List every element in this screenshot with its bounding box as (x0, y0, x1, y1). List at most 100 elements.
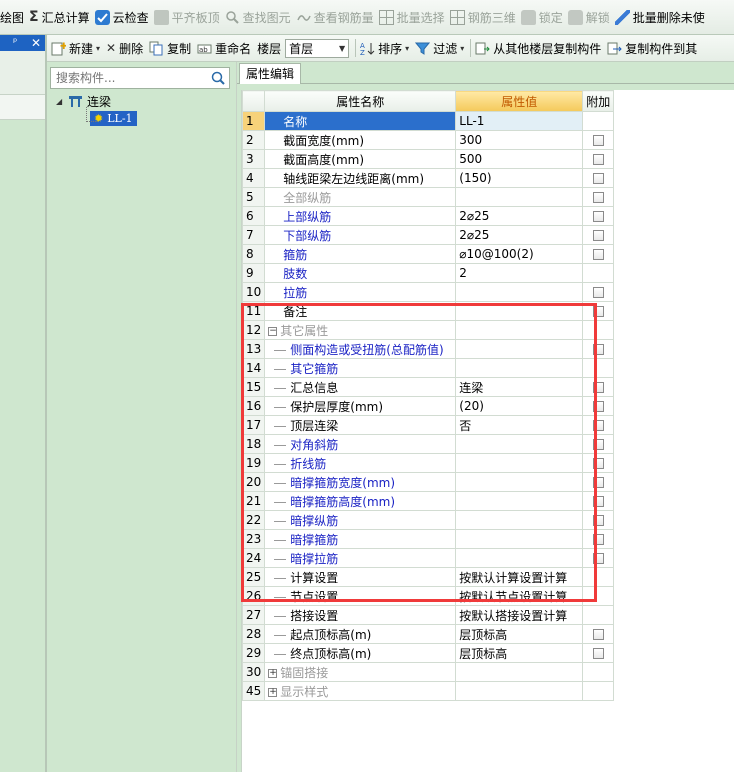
property-row[interactable]: 16 保护层厚度(mm) (20) (241, 396, 615, 416)
extra-cell[interactable] (582, 377, 615, 397)
copy-from-floor-button[interactable]: 从其他楼层复制构件 (475, 37, 607, 59)
row-number[interactable]: 12 (241, 320, 266, 340)
extra-checkbox[interactable] (592, 135, 604, 146)
property-row[interactable]: 18 对角斜筋 (241, 434, 615, 454)
row-number[interactable]: 24 (241, 548, 266, 568)
property-row[interactable]: 15 汇总信息 连梁 (241, 377, 615, 397)
row-number[interactable]: 17 (241, 415, 266, 435)
row-number[interactable]: 13 (241, 339, 266, 359)
pane-divider[interactable] (45, 35, 47, 772)
property-name-cell[interactable]: 起点顶标高(m) (264, 624, 457, 644)
property-name-cell[interactable]: 暗撑箍筋 (264, 529, 457, 549)
row-number[interactable]: 4 (241, 168, 266, 188)
property-value-cell[interactable]: 层顶标高 (455, 624, 584, 644)
property-value-cell[interactable]: 2⌀25 (455, 206, 584, 226)
rename-button[interactable]: ab 重命名 (197, 37, 257, 59)
toolbar-button-align-slab[interactable]: 平齐板顶 (153, 6, 225, 28)
tab-property-edit[interactable]: 属性编辑 (239, 63, 302, 84)
row-number[interactable]: 45 (241, 681, 266, 701)
property-name-cell[interactable]: 汇总信息 (264, 377, 457, 397)
extra-cell[interactable] (582, 548, 615, 568)
property-value-cell[interactable] (455, 548, 584, 568)
extra-checkbox[interactable] (592, 382, 604, 393)
row-number[interactable]: 19 (241, 453, 266, 473)
property-name-cell[interactable]: 暗撑箍筋高度(mm) (264, 491, 457, 511)
property-row[interactable]: 9 肢数 2 (241, 263, 615, 283)
extra-checkbox[interactable] (592, 306, 604, 317)
property-name-cell[interactable]: 拉筋 (264, 282, 457, 302)
property-name-cell[interactable]: 备注 (264, 301, 457, 321)
extra-cell[interactable] (582, 168, 615, 188)
row-number[interactable]: 9 (241, 263, 266, 283)
property-name-cell[interactable]: 全部纵筋 (264, 187, 457, 207)
extra-checkbox[interactable] (592, 211, 604, 222)
row-number[interactable]: 15 (241, 377, 266, 397)
extra-cell[interactable] (582, 244, 615, 264)
property-value-cell[interactable] (455, 358, 584, 378)
pin-icon[interactable]: ᵖ (13, 35, 17, 51)
extra-cell[interactable] (582, 206, 615, 226)
property-row[interactable]: 17 顶层连梁 否 (241, 415, 615, 435)
property-name-cell[interactable]: 顶层连梁 (264, 415, 457, 435)
property-value-cell[interactable]: 否 (455, 415, 584, 435)
expand-icon[interactable]: + (268, 668, 278, 678)
extra-header[interactable]: 附加 (582, 90, 615, 112)
property-row[interactable]: 11 备注 (241, 301, 615, 321)
property-row[interactable]: 26 节点设置 按默认节点设置计算 (241, 586, 615, 606)
property-name-cell[interactable]: 搭接设置 (264, 605, 457, 625)
property-row[interactable]: 14 其它箍筋 (241, 358, 615, 378)
row-number[interactable]: 6 (241, 206, 266, 226)
property-name-cell[interactable]: 轴线距梁左边线距离(mm) (264, 168, 457, 188)
row-number[interactable]: 11 (241, 301, 266, 321)
property-name-cell[interactable]: 上部纵筋 (264, 206, 457, 226)
copy-button[interactable]: 复制 (149, 37, 197, 59)
property-row[interactable]: 28 起点顶标高(m) 层顶标高 (241, 624, 615, 644)
floor-dropdown[interactable]: 首层 ▼ (285, 38, 350, 58)
extra-checkbox[interactable] (592, 192, 604, 203)
extra-cell[interactable] (582, 453, 615, 473)
property-name-cell[interactable]: 肢数 (264, 263, 457, 283)
row-number[interactable]: 29 (241, 643, 266, 663)
row-number[interactable]: 30 (241, 662, 266, 682)
property-row[interactable]: 10 拉筋 (241, 282, 615, 302)
property-name-cell[interactable]: 对角斜筋 (264, 434, 457, 454)
property-name-cell[interactable]: 其它箍筋 (264, 358, 457, 378)
copy-to-button[interactable]: 复制构件到其 (607, 37, 703, 59)
extra-cell[interactable] (582, 491, 615, 511)
property-value-cell[interactable] (455, 681, 584, 701)
extra-checkbox[interactable] (592, 401, 604, 412)
property-name-cell[interactable]: 箍筋 (264, 244, 457, 264)
property-value-cell[interactable] (455, 434, 584, 454)
toolbar-button-rebar-3d[interactable]: 钢筋三维 (449, 6, 521, 28)
extra-checkbox[interactable] (592, 287, 604, 298)
extra-cell[interactable] (582, 339, 615, 359)
pane-divider[interactable] (236, 62, 237, 772)
property-row[interactable]: 4 轴线距梁左边线距离(mm) (150) (241, 168, 615, 188)
row-number[interactable]: 10 (241, 282, 266, 302)
row-number[interactable]: 14 (241, 358, 266, 378)
extra-checkbox[interactable] (592, 154, 604, 165)
extra-cell[interactable] (582, 434, 615, 454)
extra-checkbox[interactable] (592, 173, 604, 184)
extra-cell[interactable] (582, 187, 615, 207)
filter-button[interactable]: 过滤 ▾ (415, 37, 470, 59)
property-row[interactable]: 25 计算设置 按默认计算设置计算 (241, 567, 615, 587)
property-value-cell[interactable] (455, 662, 584, 682)
property-name-cell[interactable]: 截面宽度(mm) (264, 130, 457, 150)
property-value-cell[interactable] (455, 301, 584, 321)
tree-node-root[interactable]: ◢ 连梁 (56, 93, 236, 110)
extra-cell[interactable] (582, 282, 615, 302)
toolbar-button-batch-select[interactable]: 批量选择 (378, 6, 450, 28)
toolbar-button-cloud-check[interactable]: 云检查 (94, 6, 154, 28)
extra-checkbox[interactable] (592, 230, 604, 241)
row-number[interactable]: 1 (241, 111, 266, 131)
extra-checkbox[interactable] (592, 458, 604, 469)
search-icon[interactable] (211, 71, 225, 85)
row-number[interactable]: 2 (241, 130, 266, 150)
property-value-cell[interactable]: ⌀10@100(2) (455, 244, 584, 264)
extra-checkbox[interactable] (592, 477, 604, 488)
property-value-cell[interactable] (455, 320, 584, 340)
row-number[interactable]: 16 (241, 396, 266, 416)
property-row[interactable]: 20 暗撑箍筋宽度(mm) (241, 472, 615, 492)
toolbar-button-batch-delete[interactable]: 批量删除未使 (614, 6, 710, 28)
